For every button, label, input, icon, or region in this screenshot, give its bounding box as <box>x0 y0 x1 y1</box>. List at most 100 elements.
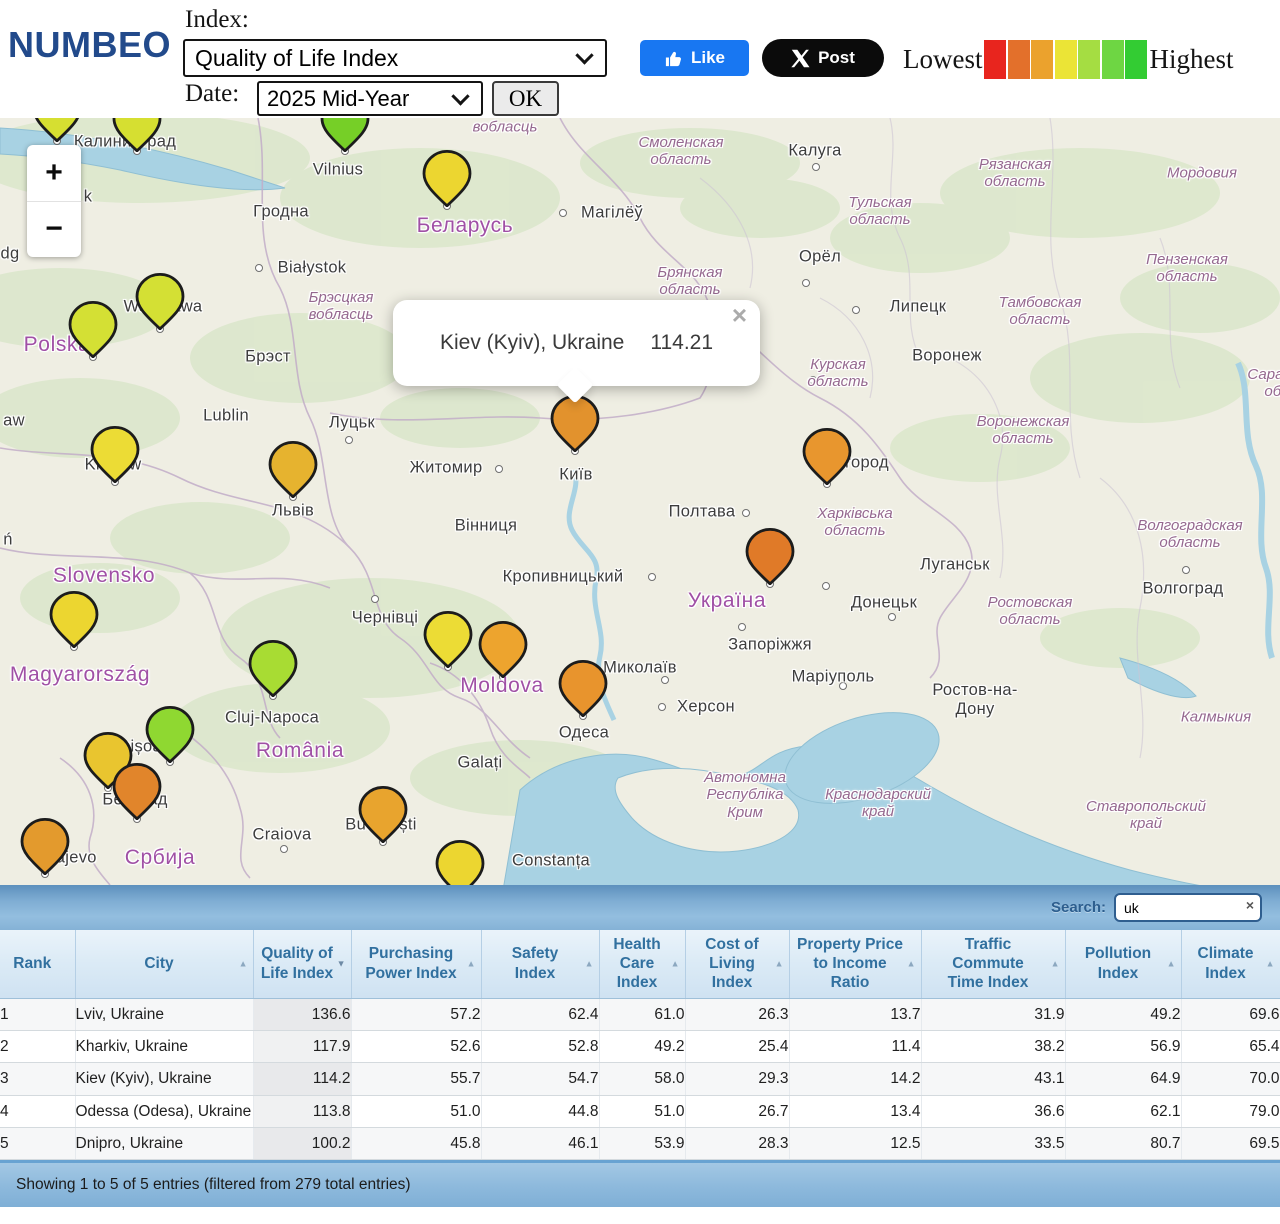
value-cell: 49.2 <box>599 1030 685 1062</box>
zoom-out-button[interactable]: − <box>27 202 81 258</box>
column-header[interactable]: Property Price to Income Ratio▲ <box>789 930 921 998</box>
map-marker[interactable] <box>548 394 602 452</box>
numbeo-page: NUMBEO Index: Quality of Life Index Date… <box>0 0 1280 1224</box>
column-header[interactable]: Purchasing Power Index▲ <box>351 930 481 998</box>
value-cell: 61.0 <box>599 998 685 1030</box>
city-dot <box>1182 566 1190 574</box>
popup-value: 114.21 <box>650 331 713 355</box>
map-marker[interactable] <box>246 639 300 697</box>
sort-asc-icon: ▲ <box>585 958 594 969</box>
map-marker[interactable] <box>266 440 320 498</box>
thumbs-up-icon <box>664 49 683 68</box>
map-marker[interactable] <box>143 705 197 763</box>
city-dot <box>255 264 263 272</box>
legend-highest-label: Highest <box>1149 44 1233 75</box>
entries-summary: Showing 1 to 5 of 5 entries (filtered fr… <box>16 1176 411 1194</box>
city-dot <box>495 465 503 473</box>
value-cell: 46.1 <box>481 1128 599 1160</box>
map-marker[interactable] <box>476 620 530 678</box>
map-marker[interactable] <box>18 817 72 875</box>
city-dot <box>809 376 817 384</box>
legend-swatch <box>1125 40 1147 79</box>
value-cell: 55.7 <box>351 1063 481 1095</box>
legend-swatch <box>984 40 1006 79</box>
table-row: 1Lviv, Ukraine136.657.262.461.026.313.73… <box>0 998 1280 1030</box>
ok-button[interactable]: OK <box>492 81 559 116</box>
color-legend: Lowest Highest <box>903 38 1233 80</box>
legend-lowest-label: Lowest <box>903 44 982 75</box>
column-header[interactable]: Traffic Commute Time Index▲ <box>921 930 1065 998</box>
value-cell: 79.0 <box>1181 1095 1280 1127</box>
map-marker[interactable] <box>421 610 475 668</box>
value-cell: 69.6 <box>1181 998 1280 1030</box>
map-marker[interactable] <box>356 785 410 843</box>
value-cell: 69.5 <box>1181 1128 1280 1160</box>
value-cell: 62.1 <box>1065 1095 1181 1127</box>
value-cell: 52.6 <box>351 1030 481 1062</box>
numbeo-logo[interactable]: NUMBEO <box>8 24 171 66</box>
popup-close-icon[interactable]: × <box>732 302 747 328</box>
table-row: 3Kiev (Kyiv), Ukraine114.255.754.758.029… <box>0 1063 1280 1095</box>
city-dot <box>822 582 830 590</box>
map-marker[interactable] <box>66 300 120 358</box>
column-header[interactable]: Quality of Life Index▼ <box>253 930 351 998</box>
value-cell: 13.7 <box>789 998 921 1030</box>
column-header[interactable]: Safety Index ▲ <box>481 930 599 998</box>
search-input[interactable] <box>1114 893 1262 922</box>
rank-cell: 4 <box>0 1095 75 1127</box>
map-marker[interactable] <box>110 118 164 152</box>
map-marker[interactable] <box>110 762 164 820</box>
sort-asc-icon: ▲ <box>775 958 784 969</box>
column-label: Property Price to Income Ratio <box>797 936 903 992</box>
index-select[interactable]: Quality of Life Index <box>183 39 607 77</box>
value-cell: 26.7 <box>685 1095 789 1127</box>
date-label: Date: <box>185 80 239 108</box>
map-marker[interactable] <box>133 272 187 330</box>
column-header[interactable]: City▲ <box>75 930 253 998</box>
map[interactable]: КалининградVilniusГроднаМагілёўBiałystok… <box>0 118 1280 885</box>
search-clear-icon[interactable]: × <box>1246 898 1254 912</box>
value-cell: 11.4 <box>789 1030 921 1062</box>
facebook-like-button[interactable]: Like <box>640 40 749 76</box>
rank-cell: 2 <box>0 1030 75 1062</box>
zoom-in-button[interactable]: + <box>27 145 81 202</box>
column-label: Safety Index <box>512 945 559 981</box>
map-marker[interactable] <box>556 659 610 717</box>
value-cell: 80.7 <box>1065 1128 1181 1160</box>
map-zoom-control: + − <box>27 145 81 257</box>
chevron-down-icon <box>451 87 469 105</box>
sort-asc-icon: ▲ <box>1167 958 1176 969</box>
popup-city: Kiev (Kyiv), Ukraine <box>440 331 624 355</box>
column-header[interactable]: Pollution Index▲ <box>1065 930 1181 998</box>
map-marker[interactable] <box>800 427 854 485</box>
sort-asc-icon: ▲ <box>467 958 476 969</box>
city-dot <box>648 573 656 581</box>
rank-cell: 3 <box>0 1063 75 1095</box>
column-header[interactable]: Rank <box>0 930 75 998</box>
column-header[interactable]: Health Care Index▲ <box>599 930 685 998</box>
x-post-button[interactable]: Post <box>762 39 884 77</box>
date-select[interactable]: 2025 Mid-Year <box>257 81 483 116</box>
map-marker[interactable] <box>318 118 372 152</box>
map-marker[interactable] <box>47 590 101 648</box>
city-dot <box>802 279 810 287</box>
city-cell: Lviv, Ukraine <box>75 998 253 1030</box>
map-marker[interactable] <box>433 839 487 885</box>
value-cell: 58.0 <box>599 1063 685 1095</box>
value-cell: 136.6 <box>253 998 351 1030</box>
map-marker[interactable] <box>30 118 84 142</box>
column-header[interactable]: Cost of Living Index▲ <box>685 930 789 998</box>
map-marker[interactable] <box>88 425 142 483</box>
map-background <box>0 118 1280 885</box>
search-label: Search: <box>1051 899 1106 916</box>
map-marker[interactable] <box>420 149 474 207</box>
sort-asc-icon: ▲ <box>1051 958 1060 969</box>
table-row: 4Odessa (Odesa), Ukraine113.851.044.851.… <box>0 1095 1280 1127</box>
city-dot <box>658 703 666 711</box>
column-label: Health Care Index <box>613 936 660 992</box>
column-header[interactable]: Climate Index▲ <box>1181 930 1280 998</box>
city-dot <box>742 509 750 517</box>
map-marker[interactable] <box>743 527 797 585</box>
city-cell: Dnipro, Ukraine <box>75 1128 253 1160</box>
column-label: Quality of Life Index <box>261 945 333 981</box>
